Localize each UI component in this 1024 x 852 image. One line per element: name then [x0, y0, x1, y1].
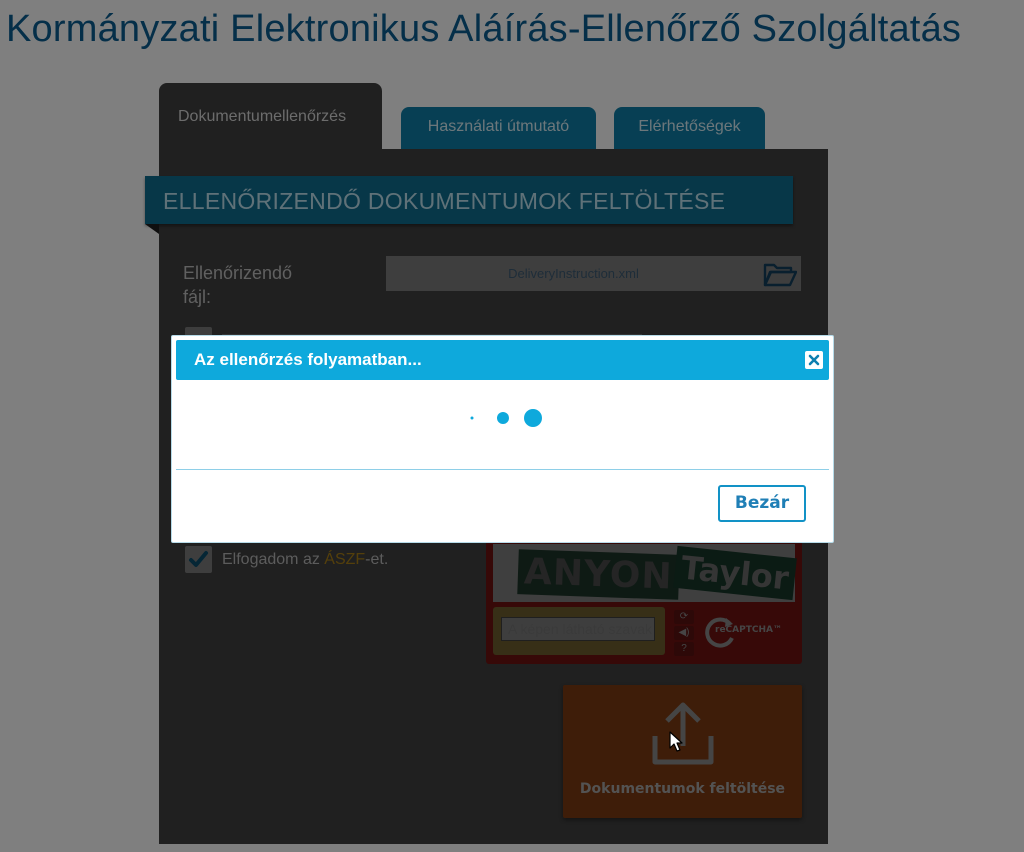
loading-spinner-icon: [470, 409, 542, 427]
x-icon: [808, 354, 820, 366]
close-icon[interactable]: [805, 351, 823, 369]
close-button[interactable]: Bezár: [718, 485, 806, 522]
dialog-titlebar: Az ellenőrzés folyamatban...: [176, 340, 829, 380]
dialog-title: Az ellenőrzés folyamatban...: [194, 350, 422, 369]
mouse-cursor-icon: [669, 731, 683, 752]
progress-dialog: Az ellenőrzés folyamatban... Bezár: [171, 335, 834, 543]
dialog-divider: [176, 469, 829, 470]
